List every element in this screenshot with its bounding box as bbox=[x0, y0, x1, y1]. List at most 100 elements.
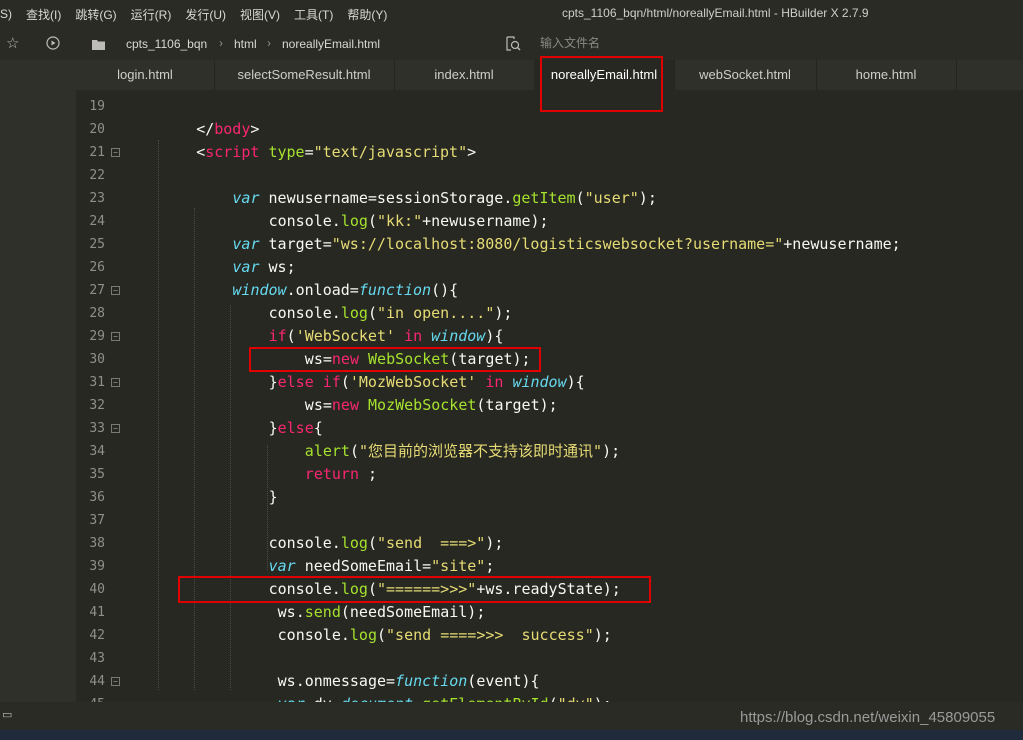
code-token: ); bbox=[594, 695, 612, 702]
terminal-icon[interactable]: ▭ bbox=[2, 708, 12, 721]
code-token: return bbox=[304, 465, 359, 483]
menu-item[interactable]: 视图(V) bbox=[233, 6, 287, 23]
code-token: 'MozWebSocket' bbox=[349, 373, 477, 391]
line-number: 37 bbox=[89, 513, 105, 528]
code-line[interactable]: console.log("kk:"+newusername); bbox=[269, 210, 549, 233]
code-token: 'WebSocket' bbox=[295, 327, 396, 345]
code-token: var bbox=[232, 235, 260, 253]
code-line[interactable]: ws.onmessage=function(event){ bbox=[278, 670, 540, 693]
code-token: new bbox=[331, 350, 359, 368]
code-token: console. bbox=[268, 212, 341, 230]
code-token: ); bbox=[593, 626, 612, 644]
watermark: https://blog.csdn.net/weixin_45809055 bbox=[740, 709, 996, 726]
code-token: send bbox=[304, 603, 341, 621]
code-token: window bbox=[512, 373, 567, 391]
code-token: var bbox=[232, 189, 260, 207]
tab-login[interactable]: login.html bbox=[76, 60, 215, 90]
fold-toggle-icon[interactable]: − bbox=[111, 424, 120, 433]
code-token: +ws.readyState); bbox=[476, 580, 621, 598]
fold-toggle-icon[interactable]: − bbox=[111, 332, 120, 341]
code-line[interactable]: ws=new WebSocket(target); bbox=[305, 348, 531, 371]
code-line[interactable]: alert("您目前的浏览器不支持该即时通讯"); bbox=[305, 440, 620, 463]
tab-noreallyemail[interactable]: noreallyEmail.html bbox=[534, 60, 675, 90]
fold-toggle-icon[interactable]: − bbox=[111, 286, 120, 295]
code-line[interactable]: return ; bbox=[305, 463, 377, 486]
code-token: (target); bbox=[476, 396, 558, 414]
code-token: "您目前的浏览器不支持该即时通讯" bbox=[358, 442, 603, 460]
fold-toggle-icon[interactable]: − bbox=[111, 677, 120, 686]
menu-item[interactable]: 工具(T) bbox=[287, 6, 340, 23]
code-token: </ bbox=[196, 120, 215, 138]
code-token: new bbox=[331, 396, 359, 414]
code-line[interactable]: </body> bbox=[196, 118, 259, 141]
code-token: } bbox=[268, 373, 278, 391]
line-number: 31 bbox=[89, 375, 105, 390]
code-token: ){ bbox=[566, 373, 585, 391]
code-line[interactable]: } bbox=[269, 486, 278, 509]
menu-item[interactable]: 运行(R) bbox=[124, 6, 179, 23]
menu-item[interactable]: 发行(U) bbox=[178, 6, 233, 23]
code-token: WebSocket bbox=[368, 350, 450, 368]
code-token: "send ====>>> success" bbox=[386, 626, 594, 644]
code-line[interactable]: ws.send(needSomeEmail); bbox=[278, 601, 486, 624]
code-line[interactable]: console.log("send ====>>> success"); bbox=[278, 624, 612, 647]
breadcrumb-project[interactable]: cpts_1106_bqn bbox=[126, 37, 207, 51]
file-search-input[interactable] bbox=[532, 32, 848, 54]
code-line[interactable]: if('WebSocket' in window){ bbox=[269, 325, 504, 348]
code-line[interactable]: ws=new MozWebSocket(target); bbox=[305, 394, 558, 417]
code-token: .onload= bbox=[286, 281, 359, 299]
fold-toggle-icon[interactable]: − bbox=[111, 378, 120, 387]
code-line[interactable]: }else{ bbox=[269, 417, 323, 440]
code-token: ( bbox=[549, 695, 558, 702]
breadcrumb-folder[interactable]: html bbox=[234, 37, 257, 51]
menu-item[interactable]: S) bbox=[0, 7, 19, 21]
code-token: ( bbox=[340, 373, 350, 391]
code-line[interactable]: console.log("in open...."); bbox=[269, 302, 513, 325]
code-token: (){ bbox=[431, 281, 459, 299]
menu-item[interactable]: 跳转(G) bbox=[68, 6, 123, 23]
code-line[interactable]: var ws; bbox=[232, 256, 295, 279]
menu-item[interactable]: 帮助(Y) bbox=[340, 6, 394, 23]
tab-websocket[interactable]: webSocket.html bbox=[674, 60, 817, 90]
code-token: "dv" bbox=[558, 695, 594, 702]
code-line[interactable]: window.onload=function(){ bbox=[232, 279, 458, 302]
fold-toggle-icon[interactable]: − bbox=[111, 148, 120, 157]
line-number: 41 bbox=[89, 605, 105, 620]
line-number: 23 bbox=[89, 191, 105, 206]
star-icon[interactable]: ☆ bbox=[6, 34, 19, 52]
code-line[interactable]: var newusername=sessionStorage.getItem("… bbox=[232, 187, 656, 210]
line-number: 19 bbox=[89, 99, 105, 114]
code-token: console. bbox=[277, 626, 350, 644]
code-editor[interactable]: 19 20 21−22 23 24 25 26 27−28 29−30 31−32 33−34 35 3… bbox=[76, 90, 1023, 702]
code-line[interactable]: console.log("======>>>"+ws.readyState); bbox=[269, 578, 621, 601]
line-number: 33 bbox=[89, 421, 105, 436]
line-number: 43 bbox=[89, 651, 105, 666]
tab-home[interactable]: home.html bbox=[816, 60, 957, 90]
code-line[interactable]: var needSomeEmail="site"; bbox=[269, 555, 495, 578]
code-token: log bbox=[340, 534, 368, 552]
tab-index[interactable]: index.html bbox=[394, 60, 535, 90]
code-token: "ws://localhost:8080/logisticswebsocket?… bbox=[331, 235, 784, 253]
code-token: script bbox=[205, 143, 260, 161]
code-token: else bbox=[277, 373, 314, 391]
run-icon[interactable] bbox=[46, 36, 60, 54]
code-line[interactable]: var dv=document.getElementById("dv"); bbox=[278, 693, 612, 702]
menu-item[interactable]: 查找(I) bbox=[19, 6, 68, 23]
code-line[interactable]: <script type="text/javascript"> bbox=[196, 141, 476, 164]
tab-selectsomeresult[interactable]: selectSomeResult.html bbox=[214, 60, 395, 90]
breadcrumb-file[interactable]: noreallyEmail.html bbox=[282, 37, 380, 51]
code-line[interactable]: var target="ws://localhost:8080/logistic… bbox=[232, 233, 900, 256]
code-token: "user" bbox=[584, 189, 639, 207]
code-token: (needSomeEmail); bbox=[340, 603, 486, 621]
code-token: if bbox=[322, 373, 341, 391]
code-token: newusername=sessionStorage. bbox=[259, 189, 513, 207]
code-line[interactable]: }else if('MozWebSocket' in window){ bbox=[269, 371, 585, 394]
menu-bar: S) 查找(I) 跳转(G) 运行(R) 发行(U) 视图(V) 工具(T) 帮助(Y) cp… bbox=[0, 0, 1023, 28]
file-search-icon[interactable] bbox=[506, 36, 521, 55]
code-line[interactable]: console.log("send ===>"); bbox=[269, 532, 504, 555]
code-token: dv= bbox=[305, 695, 341, 702]
